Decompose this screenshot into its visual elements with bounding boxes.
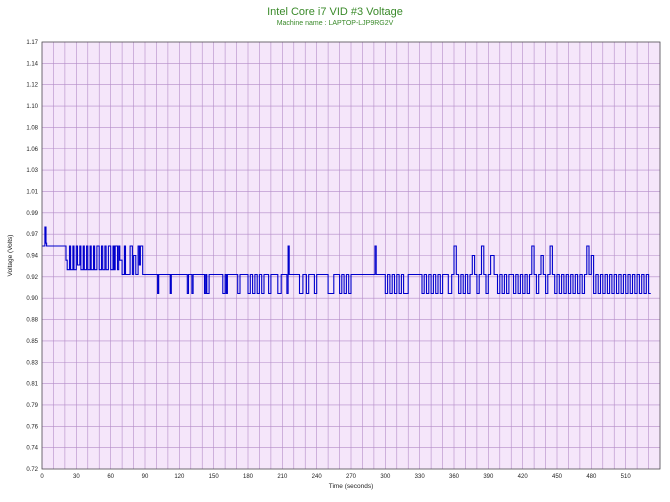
x-tick-label: 180 <box>243 474 254 480</box>
x-tick-label: 390 <box>483 474 494 480</box>
x-tick-label: 420 <box>518 474 529 480</box>
x-tick-labels: 0 30 60 90 120 150 180 210 240 270 300 330 360 390 420… <box>40 474 631 480</box>
y-tick-label: 1.01 <box>26 189 38 195</box>
y-tick-label: 0.72 <box>26 467 38 473</box>
x-tick-label: 510 <box>621 474 632 480</box>
y-tick-label: 0.88 <box>26 318 38 324</box>
y-tick-label: 0.79 <box>26 403 38 409</box>
y-tick-label: 0.83 <box>26 360 38 366</box>
y-tick-label: 0.94 <box>26 254 38 260</box>
y-tick-label: 1.17 <box>26 40 38 46</box>
x-axis-label: Time (seconds) <box>329 483 374 490</box>
chart-svg: 0.72 0.74 0.76 0.79 0.81 0.83 0.85 0.88 0.90 0.92… <box>7 40 661 490</box>
y-axis-label: Voltage (Volts) <box>7 235 14 277</box>
x-tick-label: 90 <box>142 474 149 480</box>
x-tick-label: 450 <box>552 474 563 480</box>
y-tick-label: 0.81 <box>26 382 38 388</box>
x-tick-label: 360 <box>449 474 460 480</box>
x-tick-label: 240 <box>312 474 323 480</box>
y-tick-label: 0.76 <box>26 424 38 430</box>
x-tick-label: 300 <box>380 474 391 480</box>
y-tick-label: 1.06 <box>26 147 38 153</box>
y-tick-label: 1.14 <box>26 61 38 67</box>
x-tick-label: 150 <box>209 474 220 480</box>
x-tick-label: 210 <box>277 474 288 480</box>
y-tick-label: 0.92 <box>26 275 38 281</box>
y-tick-label: 0.97 <box>26 232 38 238</box>
x-tick-label: 120 <box>174 474 185 480</box>
y-tick-label: 0.74 <box>26 446 38 452</box>
x-tick-label: 0 <box>40 474 44 480</box>
x-tick-label: 330 <box>415 474 426 480</box>
x-tick-label: 60 <box>107 474 114 480</box>
x-tick-label: 30 <box>73 474 80 480</box>
x-tick-label: 480 <box>586 474 597 480</box>
y-tick-labels: 0.72 0.74 0.76 0.79 0.81 0.83 0.85 0.88 0.90 0.92… <box>26 40 38 473</box>
y-tick-label: 0.90 <box>26 296 38 302</box>
y-tick-label: 0.99 <box>26 211 38 217</box>
y-tick-label: 0.85 <box>26 339 38 345</box>
y-tick-label: 1.08 <box>26 125 38 131</box>
y-tick-label: 1.03 <box>26 168 38 174</box>
y-tick-label: 1.10 <box>26 104 38 110</box>
x-tick-label: 270 <box>346 474 357 480</box>
y-tick-label: 1.12 <box>26 83 38 89</box>
